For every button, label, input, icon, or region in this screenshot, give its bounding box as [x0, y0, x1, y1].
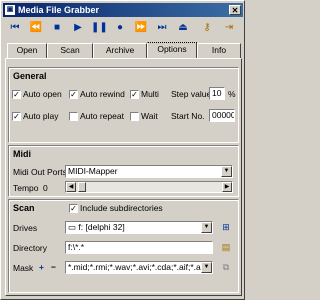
auto-repeat-label: Auto repeat [80, 111, 124, 121]
step-value-input[interactable]: 10 [209, 87, 225, 100]
mask-select[interactable]: *.mid;*.rmi;*.wav;*.avi;*.cda;*.aif;*.ai… [65, 261, 213, 274]
tab-info[interactable]: Info [197, 43, 241, 58]
pause-icon[interactable]: ❚❚ [91, 20, 108, 36]
left-arrow-icon[interactable]: ◀ [66, 182, 76, 192]
scan-section: Scan ✓ Include subdirectories Drives ▭ f:… [8, 199, 239, 293]
drive-icon: ▭ [68, 222, 79, 232]
check-mark-icon: ✓ [130, 89, 139, 99]
main-window: ▣ Media File Grabber ✕ ⏮ ⏪ ■ ▶ ❚❚ ● ⏩ ⏭ … [0, 0, 245, 300]
options-panel: General ✓ Auto open ✓ Auto rewind ✓ Multi S… [5, 58, 242, 296]
mask-remove-button[interactable]: − [51, 262, 56, 272]
chevron-down-icon[interactable]: ▼ [201, 262, 212, 273]
tab-archive[interactable]: Archive [93, 43, 147, 58]
tab-options[interactable]: Options [147, 42, 197, 58]
include-subdirectories-checkbox[interactable]: ✓ Include subdirectories [69, 203, 163, 213]
tempo-slider[interactable]: ◀ ▶ [65, 181, 233, 193]
tempo-value: 0 [43, 183, 48, 193]
tab-scan[interactable]: Scan [47, 43, 93, 58]
auto-open-checkbox[interactable]: ✓ Auto open [12, 89, 62, 99]
drives-select[interactable]: ▭ f: [delphi 32] ▼ [65, 221, 213, 234]
wait-label: Wait [141, 111, 158, 121]
midi-out-port-select[interactable]: MIDI-Mapper ▼ [65, 165, 233, 178]
midi-out-port-value: MIDI-Mapper [68, 166, 118, 176]
directory-label: Directory [13, 243, 48, 253]
midi-out-ports-label: Midi Out Ports [13, 167, 67, 177]
midi-title: Midi [13, 149, 31, 159]
film-icon: ▣ [5, 5, 15, 15]
step-unit-label: % [228, 89, 236, 99]
folder-icon[interactable]: ▤ [219, 240, 233, 254]
key-icon[interactable]: ⚷ [199, 20, 215, 36]
check-mark-icon: ✓ [69, 89, 78, 99]
auto-play-checkbox[interactable]: ✓ Auto play [12, 111, 58, 121]
copy-icon[interactable]: ⧉ [219, 260, 233, 274]
slider-thumb[interactable] [78, 182, 86, 192]
tab-open[interactable]: Open [7, 43, 47, 58]
check-mark-icon: ✓ [12, 89, 21, 99]
network-drive-icon[interactable]: ⊞ [219, 220, 233, 234]
midi-section: Midi Midi Out Ports MIDI-Mapper ▼ Tempo … [8, 145, 239, 197]
step-value-label: Step value [171, 89, 212, 99]
close-button[interactable]: ✕ [229, 5, 241, 15]
wait-checkbox[interactable]: Wait [130, 111, 158, 121]
mask-add-button[interactable]: + [39, 262, 44, 272]
multi-checkbox[interactable]: ✓ Multi [130, 89, 159, 99]
drive-value: f: [delphi 32] [78, 222, 125, 232]
title-bar[interactable]: ▣ Media File Grabber ✕ [3, 3, 243, 17]
auto-play-label: Auto play [23, 111, 59, 121]
mask-label: Mask [13, 263, 34, 273]
chevron-down-icon[interactable]: ▼ [201, 222, 212, 233]
check-mark-icon: ✓ [69, 203, 78, 213]
drives-label: Drives [13, 223, 38, 233]
window-title: Media File Grabber [18, 5, 100, 15]
start-no-label: Start No. [171, 111, 205, 121]
auto-rewind-checkbox[interactable]: ✓ Auto rewind [69, 89, 125, 99]
multi-label: Multi [141, 89, 159, 99]
stop-icon[interactable]: ■ [49, 20, 65, 36]
auto-open-label: Auto open [23, 89, 62, 99]
forward-icon[interactable]: ⏩ [133, 20, 149, 36]
exit-icon[interactable]: ⇥ [221, 20, 237, 36]
right-arrow-icon[interactable]: ▶ [222, 182, 232, 192]
rewind-icon[interactable]: ⏪ [28, 20, 44, 36]
skip-start-icon[interactable]: ⏮ [7, 20, 23, 36]
auto-repeat-checkbox[interactable]: Auto repeat [69, 111, 124, 121]
start-no-input[interactable]: 00000 [209, 109, 235, 122]
include-subdirectories-label: Include subdirectories [80, 203, 163, 213]
general-section: General ✓ Auto open ✓ Auto rewind ✓ Multi S… [8, 67, 239, 143]
toolbar: ⏮ ⏪ ■ ▶ ❚❚ ● ⏩ ⏭ ⏏ ⚷ ⇥ [5, 20, 241, 38]
tab-strip: Open Scan Archive Options Info [5, 42, 241, 59]
directory-input[interactable]: f:\*.* [65, 241, 213, 254]
eject-icon[interactable]: ⏏ [175, 20, 191, 36]
skip-end-icon[interactable]: ⏭ [154, 20, 170, 36]
chevron-down-icon[interactable]: ▼ [221, 166, 232, 177]
check-mark-icon: ✓ [12, 111, 21, 121]
auto-rewind-label: Auto rewind [80, 89, 125, 99]
tempo-label: Tempo [13, 183, 39, 193]
general-title: General [13, 71, 47, 81]
play-icon[interactable]: ▶ [70, 20, 86, 36]
mask-value: *.mid;*.rmi;*.wav;*.avi;*.cda;*.aif;*.ai… [68, 262, 210, 272]
scan-title: Scan [13, 203, 35, 213]
record-icon[interactable]: ● [112, 20, 128, 36]
